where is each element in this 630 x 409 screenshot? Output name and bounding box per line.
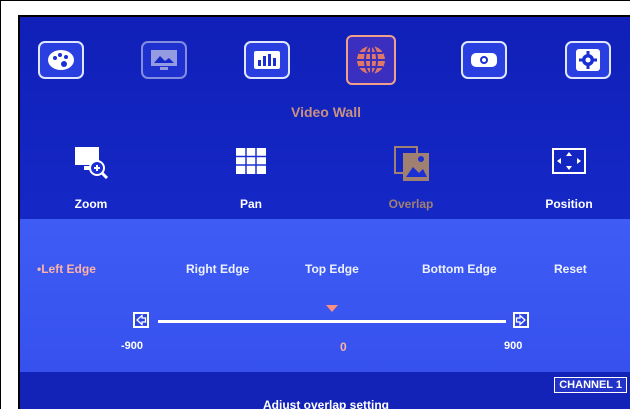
frame-left-border xyxy=(0,0,1,409)
increase-arrow-button[interactable] xyxy=(513,312,529,328)
screen-frame: Video Wall Zoom Pan Overlap Position •Le… xyxy=(0,0,630,409)
edge-options: •Left Edge Right Edge Top Edge Bottom Ed… xyxy=(20,262,630,282)
submenu-item-overlap[interactable]: Overlap xyxy=(366,145,456,211)
gear-icon[interactable] xyxy=(565,41,611,79)
submenu-label-position: Position xyxy=(545,197,593,211)
submenu-item-pan[interactable]: Pan xyxy=(206,145,296,211)
top-menu-bar xyxy=(20,35,630,95)
overlap-settings-panel: •Left Edge Right Edge Top Edge Bottom Ed… xyxy=(20,219,630,372)
top-edge-option[interactable]: Top Edge xyxy=(305,262,359,276)
submenu-label-overlap: Overlap xyxy=(388,197,434,211)
palette-icon[interactable] xyxy=(38,41,84,79)
slider-max-value: 900 xyxy=(504,340,523,352)
zoom-monitor-icon xyxy=(73,145,109,180)
osd-menu: Video Wall Zoom Pan Overlap Position •Le… xyxy=(18,15,630,409)
overlap-slider-thumb[interactable] xyxy=(326,305,338,312)
menu-title: Video Wall xyxy=(290,104,361,120)
grid-icon xyxy=(233,145,269,179)
equalizer-icon[interactable] xyxy=(244,41,290,79)
overlap-picture-icon xyxy=(393,145,429,181)
decrease-arrow-button[interactable] xyxy=(133,312,149,328)
globe-icon[interactable] xyxy=(346,35,396,85)
reset-option[interactable]: Reset xyxy=(554,262,587,276)
channel-badge: CHANNEL 1 xyxy=(554,377,627,393)
help-hint: Adjust overlap setting xyxy=(262,398,390,409)
overlap-slider-track[interactable] xyxy=(158,320,506,323)
bottom-edge-option[interactable]: Bottom Edge xyxy=(422,262,497,276)
arrow-left-icon xyxy=(136,314,147,326)
left-edge-option[interactable]: •Left Edge xyxy=(37,262,96,276)
frame-top-border xyxy=(0,0,630,1)
submenu-item-zoom[interactable]: Zoom xyxy=(46,145,136,211)
picture-icon[interactable] xyxy=(141,41,187,79)
submenu-item-position[interactable]: Position xyxy=(524,145,614,211)
arrow-right-icon xyxy=(515,314,526,326)
slider-current-value: 0 xyxy=(340,340,347,354)
status-footer: CHANNEL 1 Adjust overlap setting xyxy=(20,372,630,409)
position-arrows-icon xyxy=(551,145,587,179)
submenu-label-zoom: Zoom xyxy=(74,197,108,211)
submenu-bar: Zoom Pan Overlap Position xyxy=(20,145,630,217)
submenu-label-pan: Pan xyxy=(239,197,262,211)
right-edge-option[interactable]: Right Edge xyxy=(186,262,249,276)
projector-icon[interactable] xyxy=(461,41,507,79)
slider-min-value: -900 xyxy=(121,340,144,352)
